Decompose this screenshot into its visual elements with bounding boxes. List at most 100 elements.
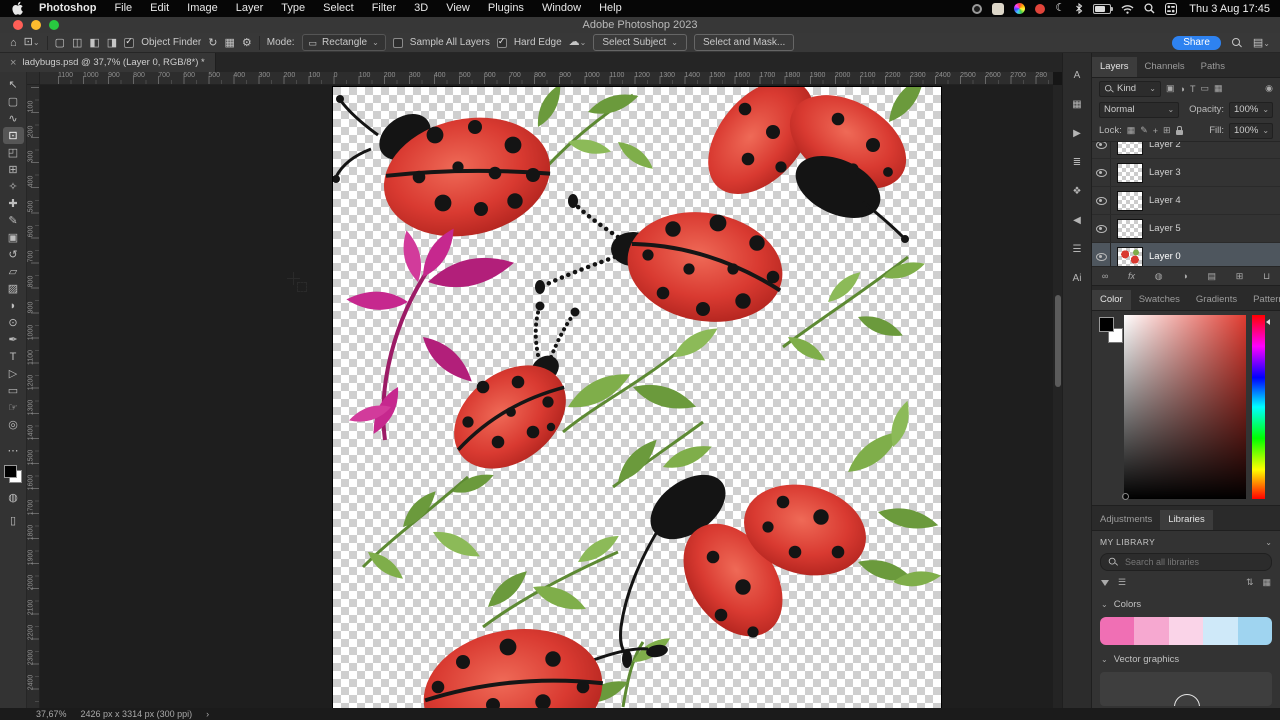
library-color-swatch[interactable] [1237,617,1272,645]
color-wheel-app-icon[interactable] [1014,3,1026,14]
library-search-box[interactable] [1100,553,1272,571]
library-color-swatch[interactable] [1203,617,1238,645]
layer-visibility-toggle[interactable] [1092,187,1111,214]
pen-tool[interactable]: ✒ [3,331,24,348]
document-tab[interactable]: × ladybugs.psd @ 37,7% (Layer 0, RGB/8*)… [0,53,216,72]
type-tool[interactable]: T [3,348,24,365]
filter-icon[interactable] [1101,579,1109,586]
tab-paths[interactable]: Paths [1193,57,1233,77]
filter-type-icon[interactable]: T [1190,84,1196,94]
bluetooth-icon[interactable] [1075,3,1083,14]
menu-select[interactable]: Select [314,0,363,17]
tab-swatches[interactable]: Swatches [1131,290,1188,310]
list-view-icon[interactable]: ☰ [1118,577,1126,588]
close-icon[interactable]: × [10,57,16,69]
moon-icon[interactable]: ☾ [1055,0,1065,17]
spotlight-icon[interactable] [1144,3,1155,14]
layer-visibility-toggle[interactable] [1092,215,1111,242]
layer-thumbnail[interactable] [1117,162,1143,183]
sample-all-layers-checkbox[interactable] [392,37,403,48]
tab-adjustments[interactable]: Adjustments [1092,510,1160,530]
scrollbar-thumb[interactable] [1054,295,1061,387]
new-layer-icon[interactable]: ⊞ [1236,271,1244,282]
layer-row[interactable]: Layer 4 [1092,187,1280,215]
keyboard-input-icon[interactable] [992,2,1005,15]
layer-row[interactable]: Layer 3 [1092,159,1280,187]
color-panel-swatches[interactable] [1099,317,1123,343]
opacity-field[interactable]: 100% ⌄ [1229,101,1273,118]
delete-layer-icon[interactable]: ⊔ [1263,271,1270,282]
lock-transparency-icon[interactable]: ▦ [1127,125,1136,136]
ai-panel-icon[interactable]: Ai [1066,270,1088,286]
refresh-icon[interactable]: ↻ [208,33,217,53]
hue-slider-marker[interactable] [1266,319,1270,325]
menu-window[interactable]: Window [533,0,590,17]
layer-row[interactable]: Layer 0 [1092,243,1280,266]
layer-group-icon[interactable]: ▤ [1208,271,1217,282]
layer-visibility-toggle[interactable] [1092,159,1111,186]
tab-patterns[interactable]: Patterns [1245,290,1280,310]
history-brush-tool[interactable]: ↺ [3,246,24,263]
properties-panel-icon[interactable]: ☰ [1066,241,1088,257]
settings-gear-icon[interactable]: ⚙ [242,33,252,53]
foreground-color-swatch[interactable] [4,465,17,478]
horizontal-ruler[interactable]: 1100 1000 900 800 700 600 500 400 300 200 100 0 100 2… [40,72,1053,85]
healing-brush-tool[interactable]: ✚ [3,195,24,212]
menu-help[interactable]: Help [590,0,631,17]
actions-panel-icon[interactable]: ▶ [1066,125,1088,141]
blend-mode-dropdown[interactable]: Normal ⌄ [1099,101,1180,118]
wifi-icon[interactable] [1121,4,1134,14]
lock-artboard-icon[interactable]: ⊞ [1163,125,1171,136]
apple-menu-icon[interactable] [12,1,24,16]
status-chevron-icon[interactable]: › [206,709,209,719]
library-color-swatch[interactable] [1100,617,1135,645]
menu-edit[interactable]: Edit [141,0,178,17]
brush-tool[interactable]: ✎ [3,212,24,229]
filter-image-icon[interactable]: ▣ [1166,83,1175,94]
canvas-vertical-scrollbar[interactable] [1053,85,1062,708]
more-tools-icon[interactable]: ⋯ [3,442,24,459]
foreground-background-swatches[interactable] [4,465,22,483]
layer-thumbnail[interactable] [1117,246,1143,266]
zoom-level-field[interactable]: 37,67% [36,709,67,719]
library-selector-row[interactable]: MY LIBRARY ⌄ [1092,531,1280,553]
select-and-mask-button[interactable]: Select and Mask... [693,34,795,51]
hard-edge-checkbox[interactable] [496,36,507,48]
marquee-tool[interactable]: ▢ [3,93,24,110]
colors-section-header[interactable]: ⌄ Colors [1092,592,1280,613]
object-selection-tool[interactable]: ⊡ [2,127,24,144]
hue-slider[interactable] [1252,315,1265,499]
canvas-area[interactable] [40,85,1053,708]
window-close-button[interactable] [13,20,23,30]
filter-toggle-icon[interactable]: ◉ [1265,83,1273,94]
recording-status-icon[interactable] [1035,3,1046,14]
window-minimize-button[interactable] [31,20,41,30]
menu-clock[interactable]: Thu 3 Aug 17:45 [1189,3,1270,15]
lock-all-icon[interactable] [1175,126,1183,135]
window-zoom-button[interactable] [49,20,59,30]
frame-tool[interactable]: ⊞ [3,161,24,178]
mode-dropdown[interactable]: ▭ Rectangle ⌄ [301,34,386,51]
layer-row[interactable]: Layer 2 [1092,142,1280,159]
lock-position-icon[interactable]: + [1153,126,1158,136]
screen-record-icon[interactable] [972,3,983,14]
quick-mask-icon[interactable]: ◍ [3,489,24,506]
document-artwork[interactable] [332,85,942,708]
layer-row[interactable]: Layer 5 [1092,215,1280,243]
menu-file[interactable]: File [105,0,141,17]
intersect-selection-icon[interactable]: ◨ [107,33,117,53]
grid-view-icon[interactable]: ▦ [1262,577,1271,588]
layer-thumbnail[interactable] [1117,190,1143,211]
overlay-options-icon[interactable]: ▦ [224,33,234,53]
eraser-tool[interactable]: ▱ [3,263,24,280]
menu-image[interactable]: Image [178,0,227,17]
color-picker-marker[interactable] [1122,493,1129,500]
layer-visibility-toggle[interactable] [1092,243,1111,266]
fill-field[interactable]: 100% ⌄ [1229,122,1273,139]
history-panel-icon[interactable]: ≣ [1066,154,1088,170]
foreground-color-swatch[interactable] [1099,317,1114,332]
rectangle-tool[interactable]: ▭ [3,382,24,399]
ruler-origin-corner[interactable] [27,72,40,85]
home-icon[interactable]: ⌂ [10,33,17,53]
library-color-swatch[interactable] [1168,617,1204,645]
